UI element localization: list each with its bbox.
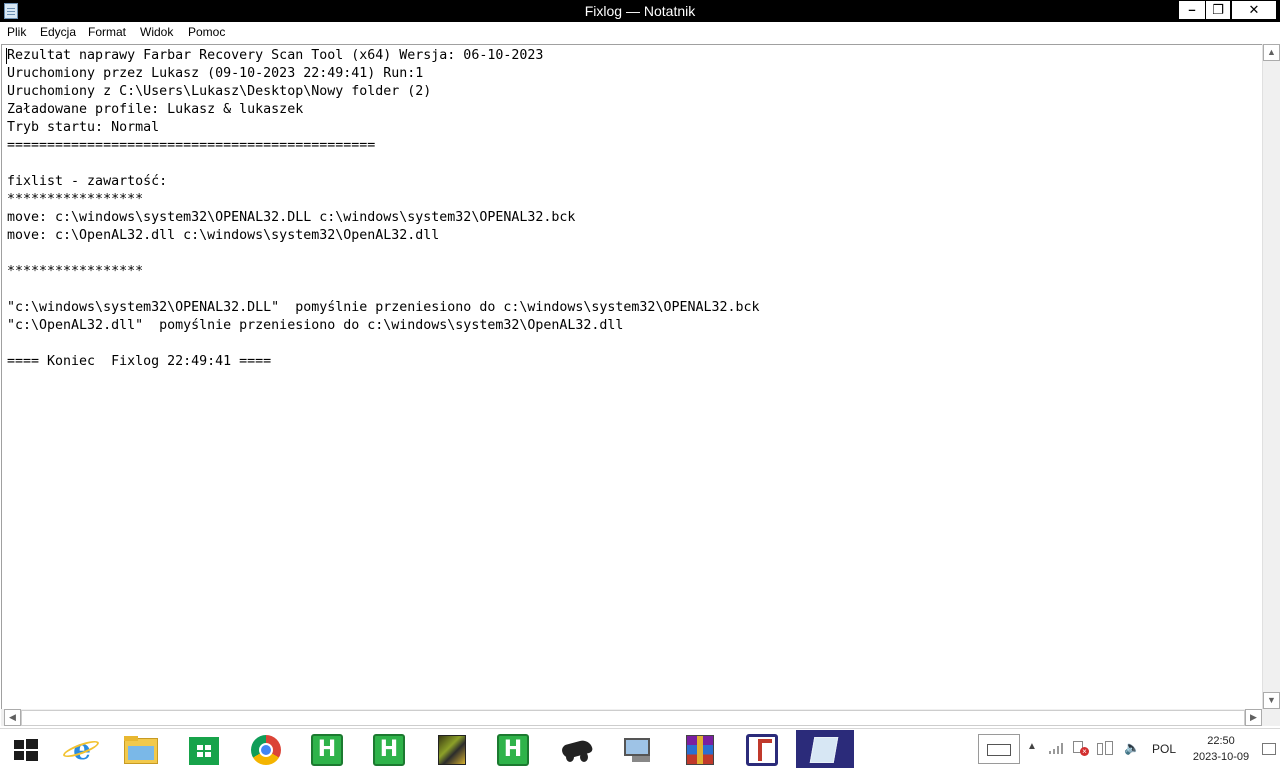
editor-content[interactable]: Rezultat naprawy Farbar Recovery Scan To… — [2, 45, 1262, 371]
taskbar-game[interactable] — [422, 730, 480, 768]
menu-view[interactable]: Widok — [140, 26, 173, 39]
keyboard-icon — [987, 744, 1011, 756]
winrar-icon — [686, 735, 714, 765]
monitor-icon — [624, 738, 650, 756]
show-hidden-icons-icon[interactable]: ▲ — [1027, 741, 1037, 781]
horizontal-scrollbar[interactable]: ◀ ▶ — [1, 709, 1262, 726]
taskbar-store[interactable] — [174, 730, 232, 768]
game-icon — [438, 735, 466, 765]
taskbar-internet-explorer[interactable]: e — [52, 730, 110, 768]
close-button[interactable]: ✕ — [1232, 1, 1276, 19]
size-grip[interactable] — [1262, 709, 1280, 726]
scroll-left-icon[interactable]: ◀ — [4, 709, 21, 726]
scroll-right-icon[interactable]: ▶ — [1245, 709, 1262, 726]
frst-icon — [746, 734, 778, 766]
menu-file[interactable]: Plik — [7, 26, 26, 39]
menu-format[interactable]: Format — [88, 26, 126, 39]
store-icon — [189, 737, 219, 765]
notification-icon[interactable] — [1262, 743, 1276, 755]
scroll-down-icon[interactable]: ▼ — [1263, 692, 1280, 709]
taskbar: e H H H ▲ × 🔈 POL 22:50 2023-10-09 — [0, 728, 1280, 768]
hitman-icon: H — [373, 734, 405, 766]
taskbar-network[interactable] — [608, 730, 666, 768]
clock-date: 2023-10-09 — [1192, 751, 1250, 763]
taskbar-chrome[interactable] — [236, 730, 294, 768]
scroll-up-icon[interactable]: ▲ — [1263, 44, 1280, 61]
device-icon[interactable] — [1097, 741, 1113, 757]
action-center-flag-icon[interactable]: × — [1073, 741, 1089, 757]
start-button[interactable] — [0, 730, 52, 768]
network-signal-icon[interactable] — [1049, 743, 1065, 755]
folder-tab-icon — [124, 736, 138, 741]
taskbar-tools[interactable] — [546, 730, 604, 768]
text-editor[interactable]: Rezultat naprawy Farbar Recovery Scan To… — [1, 44, 1262, 710]
minimize-button[interactable]: – — [1179, 1, 1205, 19]
folder-window-icon — [128, 746, 154, 760]
horizontal-scroll-thumb[interactable] — [21, 710, 1245, 726]
system-clock[interactable]: 22:50 2023-10-09 — [1186, 733, 1256, 765]
windows-logo-icon — [14, 739, 38, 761]
chrome-icon — [251, 735, 281, 765]
hitman-icon: H — [311, 734, 343, 766]
title-bar: Fixlog — Notatnik – ❐ ✕ — [0, 0, 1280, 22]
window-title: Fixlog — Notatnik — [584, 3, 696, 19]
menu-help[interactable]: Pomoc — [188, 26, 225, 39]
taskbar-frst[interactable] — [734, 730, 792, 768]
taskbar-file-explorer[interactable] — [112, 730, 170, 768]
taskbar-hitman-2[interactable]: H — [360, 730, 418, 768]
notepad-icon — [809, 737, 839, 763]
taskbar-winrar[interactable] — [670, 730, 728, 768]
clock-time: 22:50 — [1207, 735, 1235, 747]
taskbar-hitman-3[interactable]: H — [484, 730, 542, 768]
text-caret — [6, 48, 7, 64]
volume-icon[interactable]: 🔈 — [1124, 740, 1140, 780]
hitman-icon: H — [497, 734, 529, 766]
touch-keyboard-button[interactable] — [978, 734, 1020, 764]
vertical-scrollbar[interactable]: ▲ ▼ — [1262, 44, 1280, 709]
taskbar-hitman-1[interactable]: H — [298, 730, 356, 768]
restore-button[interactable]: ❐ — [1206, 1, 1230, 19]
menu-edit[interactable]: Edycja — [40, 26, 76, 39]
menu-bar: Plik Edycja Format Widok Pomoc — [0, 22, 1280, 43]
taskbar-notepad[interactable] — [796, 730, 854, 768]
language-indicator[interactable]: POL — [1152, 742, 1176, 782]
